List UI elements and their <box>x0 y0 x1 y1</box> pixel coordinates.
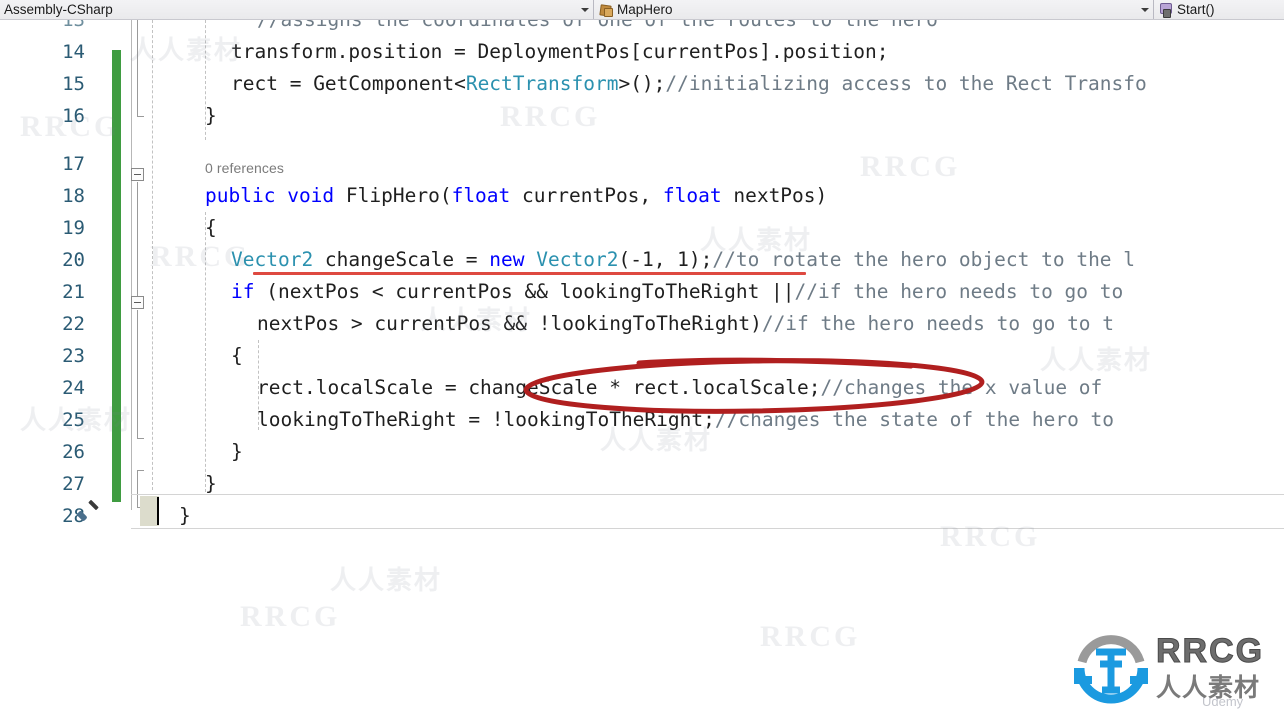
chevron-down-icon[interactable] <box>1137 0 1153 19</box>
code-token: nextPos) <box>721 184 828 207</box>
code-token: //assigns the coordinates of one of the … <box>257 20 938 31</box>
code-token: } <box>205 104 217 127</box>
error-underline <box>253 272 806 275</box>
class-icon <box>598 2 614 18</box>
code-line[interactable]: lookingToTheRight = !lookingToTheRight;/… <box>153 404 1126 436</box>
code-line[interactable]: } <box>153 436 243 468</box>
change-bar <box>112 50 121 502</box>
code-token: (nextPos < currentPos && lookingToTheRig… <box>254 280 795 303</box>
member-dropdown-label: Start() <box>1177 1 1215 17</box>
code-token: < <box>454 72 466 95</box>
code-token: rect.localScale = changeScale * rect.loc… <box>257 376 821 399</box>
code-line[interactable]: rect = GetComponent<RectTransform>();//i… <box>153 68 1147 100</box>
code-token: //changes the x value of <box>820 376 1115 399</box>
code-token: //if the hero needs to go to t <box>761 312 1115 335</box>
chevron-down-icon[interactable] <box>577 0 593 19</box>
project-dropdown[interactable]: Assembly-CSharp <box>0 0 594 19</box>
code-token: float <box>451 184 511 207</box>
code-token: transform.position = DeploymentPos[curre… <box>231 40 889 63</box>
rrcg-logo-text: RRCG <box>1155 632 1265 671</box>
line-number: 19 <box>62 217 85 239</box>
method-private-icon <box>1158 2 1174 18</box>
code-line[interactable]: } <box>153 500 191 532</box>
code-token: >(); <box>618 72 666 95</box>
code-line[interactable]: rect.localScale = changeScale * rect.loc… <box>153 372 1114 404</box>
line-number: 20 <box>62 249 85 271</box>
code-token: { <box>205 216 217 239</box>
code-token: rect = <box>231 72 314 95</box>
code-token: lookingToTheRight = !lookingToTheRight; <box>257 408 715 431</box>
editor-navigation-bar: Assembly-CSharp MapHero Start() <box>0 0 1284 20</box>
code-token: //to rotate the hero object to the l <box>712 248 1136 271</box>
line-number: 23 <box>62 345 85 367</box>
code-token: nextPos > currentPos && !lookingToTheRig… <box>257 312 762 335</box>
code-token: float <box>662 184 722 207</box>
code-line[interactable]: nextPos > currentPos && !lookingToTheRig… <box>153 308 1114 340</box>
line-number: 22 <box>62 313 85 335</box>
code-token: new <box>489 248 525 271</box>
code-token: GetComponent <box>313 72 455 95</box>
line-number: 24 <box>62 377 85 399</box>
udemy-watermark: Udemy <box>1202 694 1244 709</box>
line-number: 21 <box>62 281 85 303</box>
line-number: 14 <box>62 41 85 63</box>
rrcg-logo-mark <box>1074 635 1148 704</box>
code-token: //changes the state of the hero to <box>714 408 1126 431</box>
line-number: 25 <box>62 409 85 431</box>
code-token: currentPos, <box>510 184 663 207</box>
screwdriver-icon[interactable] <box>76 499 100 524</box>
type-dropdown-label: MapHero <box>617 1 673 17</box>
code-line[interactable]: } <box>153 100 217 132</box>
code-line[interactable]: transform.position = DeploymentPos[curre… <box>153 36 888 68</box>
code-token: RectTransform <box>465 72 619 95</box>
code-token: public <box>205 184 276 207</box>
code-token: void <box>287 184 335 207</box>
code-token: } <box>231 440 243 463</box>
line-number: 26 <box>62 441 85 463</box>
code-token: changeScale = <box>313 248 490 271</box>
code-line[interactable]: if (nextPos < currentPos && lookingToThe… <box>153 276 1135 308</box>
code-token: if <box>231 280 255 303</box>
code-text-area[interactable]: //assigns the coordinates of one of the … <box>153 20 1284 720</box>
project-dropdown-label: Assembly-CSharp <box>4 1 113 17</box>
code-token: { <box>231 344 243 367</box>
line-number: 27 <box>62 473 85 495</box>
rrcg-logo: RRCG 人人素材 Udemy <box>1072 626 1278 712</box>
code-token: } <box>205 472 217 495</box>
member-dropdown[interactable]: Start() <box>1154 0 1284 19</box>
code-editor[interactable]: 13141516171819202122232425262728 //assig… <box>0 20 1284 720</box>
code-line[interactable]: { <box>153 212 217 244</box>
code-token: Vector2 <box>536 248 619 271</box>
code-line[interactable]: //assigns the coordinates of one of the … <box>153 20 938 36</box>
collapse-toggle-if[interactable] <box>131 296 144 309</box>
codelens-references[interactable]: 0 references <box>205 156 284 180</box>
line-number: 17 <box>62 153 85 175</box>
collapse-toggle-fliphero[interactable] <box>131 168 144 181</box>
code-token: //initializing access to the Rect Transf… <box>665 72 1147 95</box>
code-token: } <box>179 504 191 527</box>
line-number: 15 <box>62 73 85 95</box>
code-token: FlipHero( <box>334 184 452 207</box>
line-number: 16 <box>62 105 85 127</box>
code-token: //if the hero needs to go to <box>794 280 1135 303</box>
type-dropdown[interactable]: MapHero <box>594 0 1154 19</box>
line-number-gutter: 13 14 15 16 17 18 19 20 21 22 23 24 25 26 27 28 <box>0 20 95 720</box>
code-line[interactable]: } <box>153 468 217 500</box>
code-line[interactable]: { <box>153 340 243 372</box>
code-token: (-1, 1); <box>618 248 713 271</box>
line-number: 18 <box>62 185 85 207</box>
code-line[interactable]: public void FlipHero(float currentPos, f… <box>153 180 827 212</box>
code-token: Vector2 <box>231 248 314 271</box>
outlining-margin[interactable] <box>125 20 151 520</box>
line-number: 13 <box>62 20 85 31</box>
